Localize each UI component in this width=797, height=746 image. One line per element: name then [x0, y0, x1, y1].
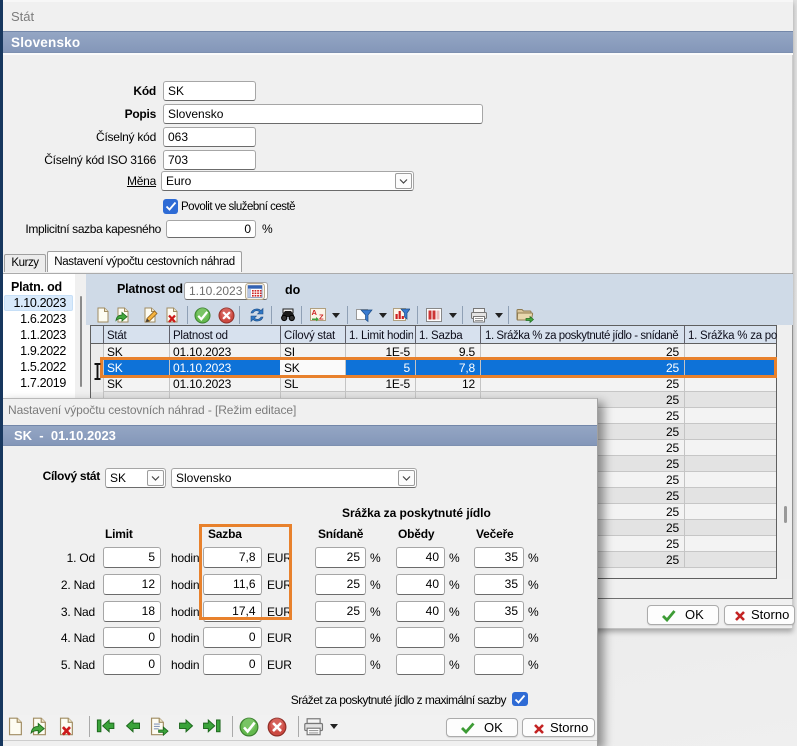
svg-text:Z: Z — [319, 313, 324, 322]
svg-text:A: A — [312, 308, 318, 317]
